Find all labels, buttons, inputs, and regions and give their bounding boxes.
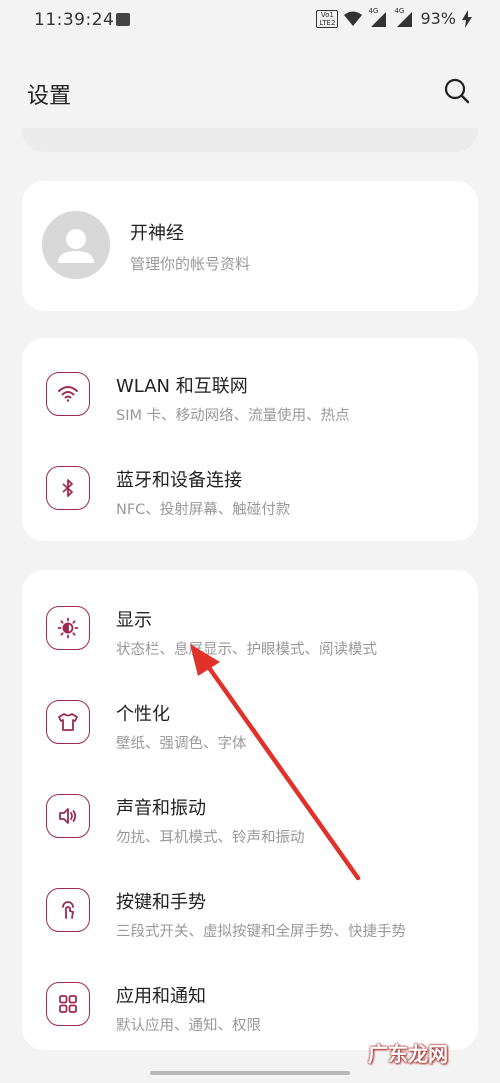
- page-title: 设置: [27, 84, 72, 109]
- search-button[interactable]: [442, 76, 472, 106]
- watermark: 广东龙网: [368, 1042, 448, 1066]
- item-subtitle: 勿扰、耳机模式、铃声和振动: [116, 830, 305, 846]
- wifi-status-icon: [344, 11, 363, 26]
- volte-bottom-label: LTE2: [319, 18, 336, 27]
- item-title: 声音和振动: [116, 798, 206, 819]
- speaker-icon: [46, 794, 90, 838]
- volte-top-label: Vo1: [320, 10, 334, 19]
- gallery-notification-icon: [116, 13, 130, 26]
- connectivity-section: WLAN 和互联网 SIM 卡、移动网络、流量使用、热点 蓝牙和设备连接 NFC…: [22, 338, 478, 541]
- status-bar: 11:39:24 Vo1 LTE2 4G 4G 93%: [0, 0, 500, 44]
- charging-bolt-icon: [462, 9, 472, 28]
- network-type-label-1: 4G: [368, 6, 379, 15]
- item-title: 显示: [116, 610, 152, 631]
- status-time: 11:39:24: [34, 10, 115, 30]
- item-subtitle: 状态栏、息屏显示、护眼模式、阅读模式: [116, 642, 377, 658]
- item-subtitle: 默认应用、通知、权限: [116, 1018, 261, 1034]
- account-card[interactable]: 开神经 管理你的帐号资料: [22, 181, 478, 311]
- item-title: 按键和手势: [116, 892, 206, 913]
- touch-gesture-icon: [46, 888, 90, 932]
- item-subtitle: SIM 卡、移动网络、流量使用、热点: [116, 408, 350, 424]
- item-title: WLAN 和互联网: [116, 376, 248, 397]
- cell-signal-2-icon: 4G: [394, 6, 414, 28]
- bluetooth-icon: [46, 466, 90, 510]
- volte-icon: Vo1 LTE2: [316, 9, 339, 28]
- account-name: 开神经: [130, 223, 184, 244]
- device-section: 显示 状态栏、息屏显示、护眼模式、阅读模式 个性化 壁纸、强调色、字体 声音和振…: [22, 570, 478, 1050]
- wifi-icon: [46, 372, 90, 416]
- collapsed-card-edge: [22, 128, 478, 152]
- status-indicators: Vo1 LTE2 4G 4G 93%: [316, 6, 472, 28]
- account-subtitle: 管理你的帐号资料: [130, 255, 251, 273]
- item-title: 蓝牙和设备连接: [116, 470, 242, 491]
- cell-signal-1-icon: 4G: [368, 6, 388, 28]
- settings-item-bluetooth[interactable]: 蓝牙和设备连接 NFC、投射屏幕、触碰付款: [22, 442, 478, 536]
- user-silhouette-icon: [58, 229, 94, 263]
- search-icon: [444, 78, 470, 104]
- settings-header: 设置: [0, 44, 500, 132]
- avatar: [42, 211, 110, 279]
- item-title: 个性化: [116, 704, 170, 725]
- item-subtitle: NFC、投射屏幕、触碰付款: [116, 502, 291, 518]
- settings-item-personalization[interactable]: 个性化 壁纸、强调色、字体: [22, 676, 478, 770]
- network-type-label-2: 4G: [394, 6, 405, 15]
- apps-grid-icon: [46, 982, 90, 1026]
- tshirt-icon: [46, 700, 90, 744]
- settings-item-buttons-gestures[interactable]: 按键和手势 三段式开关、虚拟按键和全屏手势、快捷手势: [22, 864, 478, 958]
- settings-item-sound[interactable]: 声音和振动 勿扰、耳机模式、铃声和振动: [22, 770, 478, 864]
- brightness-icon: [46, 606, 90, 650]
- settings-item-display[interactable]: 显示 状态栏、息屏显示、护眼模式、阅读模式: [22, 582, 478, 676]
- battery-percent: 93%: [420, 9, 456, 28]
- gesture-nav-bar[interactable]: [150, 1071, 350, 1075]
- item-title: 应用和通知: [116, 986, 206, 1007]
- item-subtitle: 壁纸、强调色、字体: [116, 736, 247, 752]
- settings-item-wlan[interactable]: WLAN 和互联网 SIM 卡、移动网络、流量使用、热点: [22, 348, 478, 442]
- item-subtitle: 三段式开关、虚拟按键和全屏手势、快捷手势: [116, 924, 406, 940]
